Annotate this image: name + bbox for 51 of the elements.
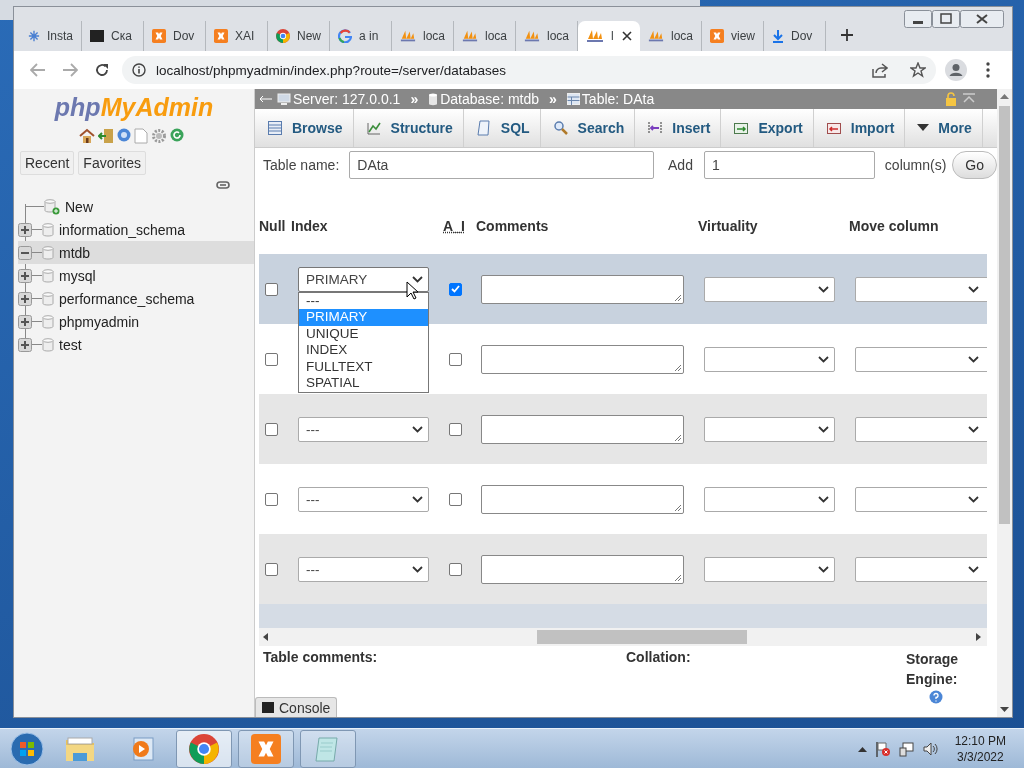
dropdown-option[interactable]: ---	[299, 292, 428, 309]
sidebar-tab-button[interactable]: Recent	[20, 151, 75, 175]
sidebar-tab-button[interactable]: Favorites	[78, 151, 146, 175]
tree-item[interactable]: mysql	[59, 267, 96, 284]
app-logo[interactable]: phpMyAdmin	[14, 93, 254, 121]
breadcrumb-link[interactable]: Server: 127.0.0.1	[293, 91, 401, 107]
breadcrumb-separator: »	[410, 91, 419, 107]
menu-tab[interactable]: More	[905, 109, 983, 147]
menu-tab[interactable]: Import	[813, 109, 906, 147]
index-select[interactable]: PRIMARY	[298, 266, 429, 292]
field-label: column(s)	[884, 157, 947, 173]
column-header: Virtuality	[697, 218, 759, 234]
menu-tab[interactable]: Browse	[255, 109, 354, 147]
dropdown-option[interactable]: FULLTEXT	[299, 358, 428, 375]
go-button[interactable]: Go	[952, 151, 997, 179]
table-name-field[interactable]: DAta	[349, 151, 655, 179]
breadcrumb-link[interactable]: Table: DAta	[581, 91, 655, 107]
menu-tab[interactable]: Insert	[635, 109, 722, 147]
dropdown-option[interactable]: INDEX	[299, 342, 428, 359]
console-tab[interactable]: Console	[255, 697, 338, 717]
tree-item[interactable]: phpmyadmin	[59, 313, 140, 330]
index-select[interactable]: ---	[298, 486, 429, 512]
field-label: Table comments:	[263, 649, 379, 667]
tree-item[interactable]: information_schema	[59, 221, 186, 238]
field-label: Table name:	[263, 157, 340, 173]
index-select[interactable]: ---	[298, 416, 429, 442]
field-label: Add	[668, 157, 693, 173]
dropdown-option[interactable]: UNIQUE	[299, 325, 428, 342]
dropdown-option[interactable]: SPATIAL	[299, 375, 428, 392]
breadcrumb-separator: »	[549, 91, 557, 107]
tree-item[interactable]: performance_schema	[59, 290, 195, 307]
column-header: Comments	[475, 218, 550, 234]
tree-item[interactable]: mtdb	[59, 244, 91, 261]
clock[interactable]: 12:10 PM 3/3/2022	[954, 733, 1006, 765]
breadcrumb-link[interactable]: Database: mtdb	[440, 91, 540, 107]
menu-tab[interactable]: Structure	[353, 109, 464, 147]
browser-tab[interactable]: l	[578, 21, 640, 51]
field-label: Storage Engine:	[906, 650, 960, 689]
menu-tab[interactable]: Export	[721, 109, 814, 147]
column-header: A_I	[442, 218, 466, 234]
menu-tab[interactable]: Search	[540, 109, 636, 147]
column-count-field[interactable]: 1	[703, 151, 875, 179]
tree-item[interactable]: test	[59, 336, 82, 353]
address-bar[interactable]: localhost/phpmyadmin/index.php?route=/server/databases	[122, 56, 936, 84]
field-label: Collation:	[626, 649, 692, 667]
tree-item[interactable]: New	[65, 198, 93, 215]
column-header: Move column	[848, 218, 940, 234]
index-select[interactable]: ---	[298, 556, 429, 582]
column-header: Index	[291, 218, 329, 234]
menu-tab[interactable]: SQL	[463, 109, 541, 147]
column-header: Null	[259, 218, 287, 234]
